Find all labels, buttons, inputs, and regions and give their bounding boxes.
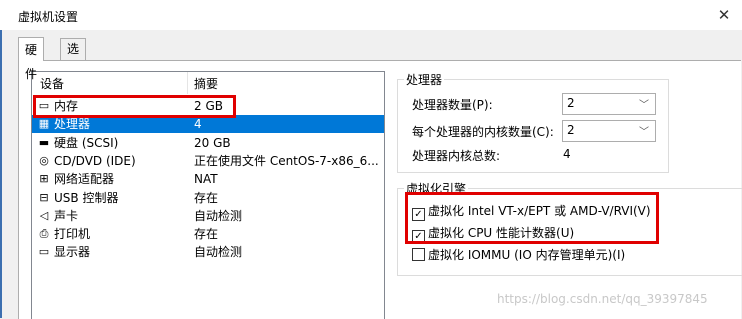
memory-highlight-box (33, 95, 236, 118)
device-name: 打印机 (54, 227, 91, 242)
network-icon: ⊞ (39, 172, 49, 186)
device-summary: 正在使用文件 CentOS-7-x86_6... (194, 153, 379, 168)
device-name: USB 控制器 (54, 190, 119, 205)
virtualize-iommu-checkbox[interactable]: 虚拟化 IOMMU (IO 内存管理单元)(I) (412, 247, 625, 263)
cpu-icon: ▦ (38, 117, 50, 131)
total-cores-label: 处理器内核总数: (412, 149, 501, 163)
device-name: 网络适配器 (54, 172, 115, 187)
usb-icon: ⊟ (39, 190, 49, 204)
watermark: https://blog.csdn.net/qq_39397845 (497, 292, 708, 306)
chevron-down-icon: ﹀ (639, 127, 649, 138)
device-row-cd[interactable]: ◎ CD/DVD (IDE) 正在使用文件 CentOS-7-x86_6... (32, 152, 384, 170)
total-cores-value: 4 (563, 147, 571, 161)
device-row-sound[interactable]: ◁ 声卡 自动检测 (32, 207, 384, 225)
close-icon[interactable]: ✕ (712, 3, 736, 27)
chevron-down-icon: ﹀ (639, 100, 649, 111)
disk-icon: ▬ (38, 135, 50, 149)
window-accent (0, 30, 2, 318)
device-name: CD/DVD (IDE) (54, 153, 136, 168)
cd-icon: ◎ (39, 153, 49, 167)
display-icon: ▭ (38, 245, 50, 259)
device-row-printer[interactable]: ⎙ 打印机 存在 (32, 225, 384, 243)
tab-options[interactable]: 选项 (60, 38, 87, 77)
cores-per-processor-label: 每个处理器的内核数量(C): (412, 125, 554, 139)
device-column-header[interactable]: 设备 (40, 72, 64, 94)
window-title: 虚拟机设置 (18, 10, 79, 24)
device-summary: NAT (194, 172, 218, 187)
cores-per-processor-value: 2 (567, 123, 575, 137)
column-divider[interactable] (187, 72, 188, 94)
processor-count-value: 2 (567, 96, 575, 110)
device-name: 声卡 (54, 208, 79, 223)
sound-icon: ◁ (39, 208, 49, 222)
device-row-usb[interactable]: ⊟ USB 控制器 存在 (32, 189, 384, 207)
device-name: 硬盘 (SCSI) (54, 135, 119, 150)
summary-column-header[interactable]: 摘要 (194, 72, 218, 94)
device-summary: 20 GB (194, 135, 231, 150)
title-bar: 虚拟机设置 ✕ (0, 0, 742, 30)
device-name: 显示器 (54, 245, 91, 260)
vm-settings-window: 虚拟机设置 ✕ 硬件 选项 设备 摘要 ▭内存2 GB▦处理器4▬硬盘 (SCS… (0, 0, 742, 319)
cores-per-processor-select[interactable]: 2 ﹀ (562, 120, 656, 142)
device-summary: 存在 (194, 227, 219, 242)
device-summary: 存在 (194, 190, 219, 205)
device-summary: 自动检测 (194, 245, 243, 260)
device-row-disk[interactable]: ▬ 硬盘 (SCSI) 20 GB (32, 134, 384, 152)
device-row-display[interactable]: ▭ 显示器 自动检测 (32, 243, 384, 261)
processor-group-title: 处理器 (404, 71, 445, 88)
checkbox-unchecked-icon (412, 248, 425, 261)
processor-count-select[interactable]: 2 ﹀ (562, 93, 656, 115)
virtualization-highlight-box (405, 192, 659, 244)
tab-hardware[interactable]: 硬件 (18, 37, 45, 81)
processor-count-label: 处理器数量(P): (412, 98, 493, 112)
device-row-network[interactable]: ⊞ 网络适配器 NAT (32, 170, 384, 188)
device-summary: 自动检测 (194, 208, 243, 223)
printer-icon: ⎙ (39, 227, 49, 241)
